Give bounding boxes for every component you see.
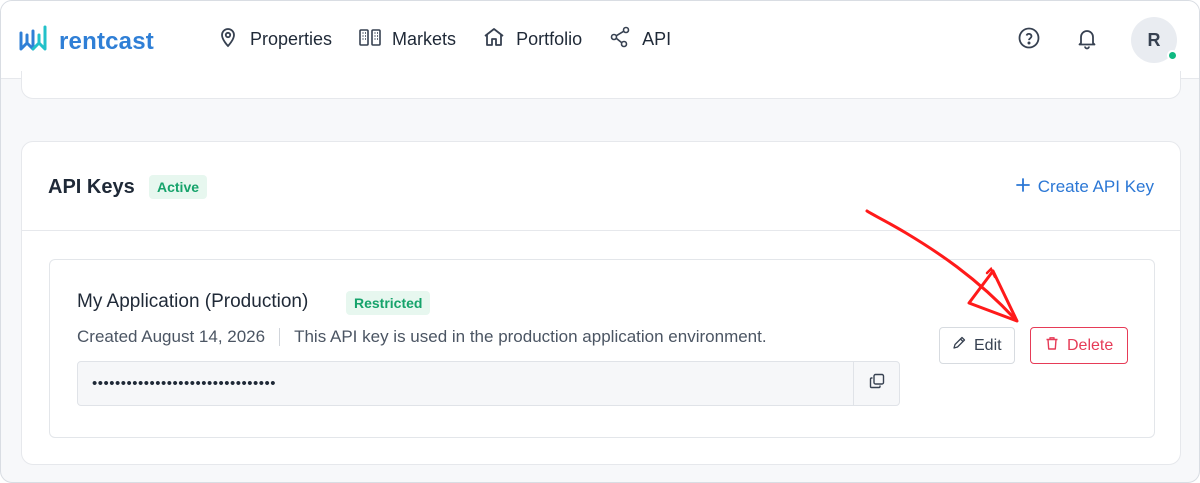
api-key-masked-value[interactable]: ••••••••••••••••••••••••••••••••	[78, 362, 853, 405]
status-badge: Active	[149, 175, 208, 199]
api-keys-card-header: API Keys Active Create API Key	[22, 142, 1180, 231]
api-key-name: My Application (Production)	[77, 291, 309, 312]
nav-item-markets[interactable]: Markets	[358, 25, 456, 54]
delete-label: Delete	[1067, 336, 1114, 354]
help-button[interactable]	[1015, 26, 1043, 54]
brand-name: rentcast	[59, 27, 154, 55]
home-icon	[482, 25, 506, 54]
share-nodes-icon	[608, 25, 632, 54]
restricted-badge: Restricted	[346, 291, 431, 315]
notifications-button[interactable]	[1073, 26, 1101, 54]
meta-divider	[279, 328, 281, 346]
pencil-icon	[952, 336, 966, 355]
api-key-meta: Created August 14, 2026 This API key is …	[77, 327, 767, 347]
nav-item-label: Markets	[392, 29, 457, 49]
brand-logo[interactable]: rentcast	[19, 25, 154, 58]
api-keys-card: API Keys Active Create API Key My Applic…	[21, 141, 1181, 465]
edit-label: Edit	[974, 336, 1002, 354]
header-actions: R	[1015, 17, 1178, 63]
created-date: Created August 14, 2026	[77, 327, 266, 346]
nav-item-portfolio[interactable]: Portfolio	[482, 25, 582, 54]
nav-item-label: API	[642, 29, 672, 49]
nav-item-label: Properties	[250, 29, 333, 49]
trash-icon	[1045, 336, 1059, 356]
bell-icon	[1075, 26, 1099, 55]
api-key-field: ••••••••••••••••••••••••••••••••	[77, 361, 900, 406]
plus-icon	[1015, 177, 1030, 197]
top-navigation-bar: rentcast Properties Markets Portfolio AP…	[1, 1, 1199, 79]
nav-item-label: Portfolio	[516, 29, 583, 49]
copy-icon	[869, 373, 885, 394]
nav-item-properties[interactable]: Properties	[216, 25, 332, 54]
copy-key-button[interactable]	[853, 362, 899, 405]
main-nav: Properties Markets Portfolio API	[216, 25, 671, 54]
edit-button[interactable]: Edit	[939, 327, 1015, 364]
api-keys-title: API Keys	[48, 176, 135, 198]
help-circle-icon	[1017, 26, 1041, 55]
previous-card	[21, 71, 1181, 99]
map-pin-icon	[216, 25, 240, 54]
create-api-key-label: Create API Key	[1037, 177, 1154, 196]
buildings-icon	[358, 25, 382, 54]
delete-button[interactable]: Delete	[1030, 327, 1129, 364]
user-avatar[interactable]: R	[1131, 17, 1178, 63]
app-window: rentcast Properties Markets Portfolio AP…	[0, 0, 1200, 483]
rentcast-logo-icon	[19, 25, 49, 58]
api-key-description: This API key is used in the production a…	[294, 327, 767, 346]
create-api-key-button[interactable]: Create API Key	[1015, 177, 1154, 197]
nav-item-api[interactable]: API	[608, 25, 671, 54]
api-key-item: My Application (Production) Restricted C…	[49, 259, 1155, 438]
avatar-initial: R	[1147, 29, 1161, 50]
online-status-dot	[1167, 50, 1178, 61]
